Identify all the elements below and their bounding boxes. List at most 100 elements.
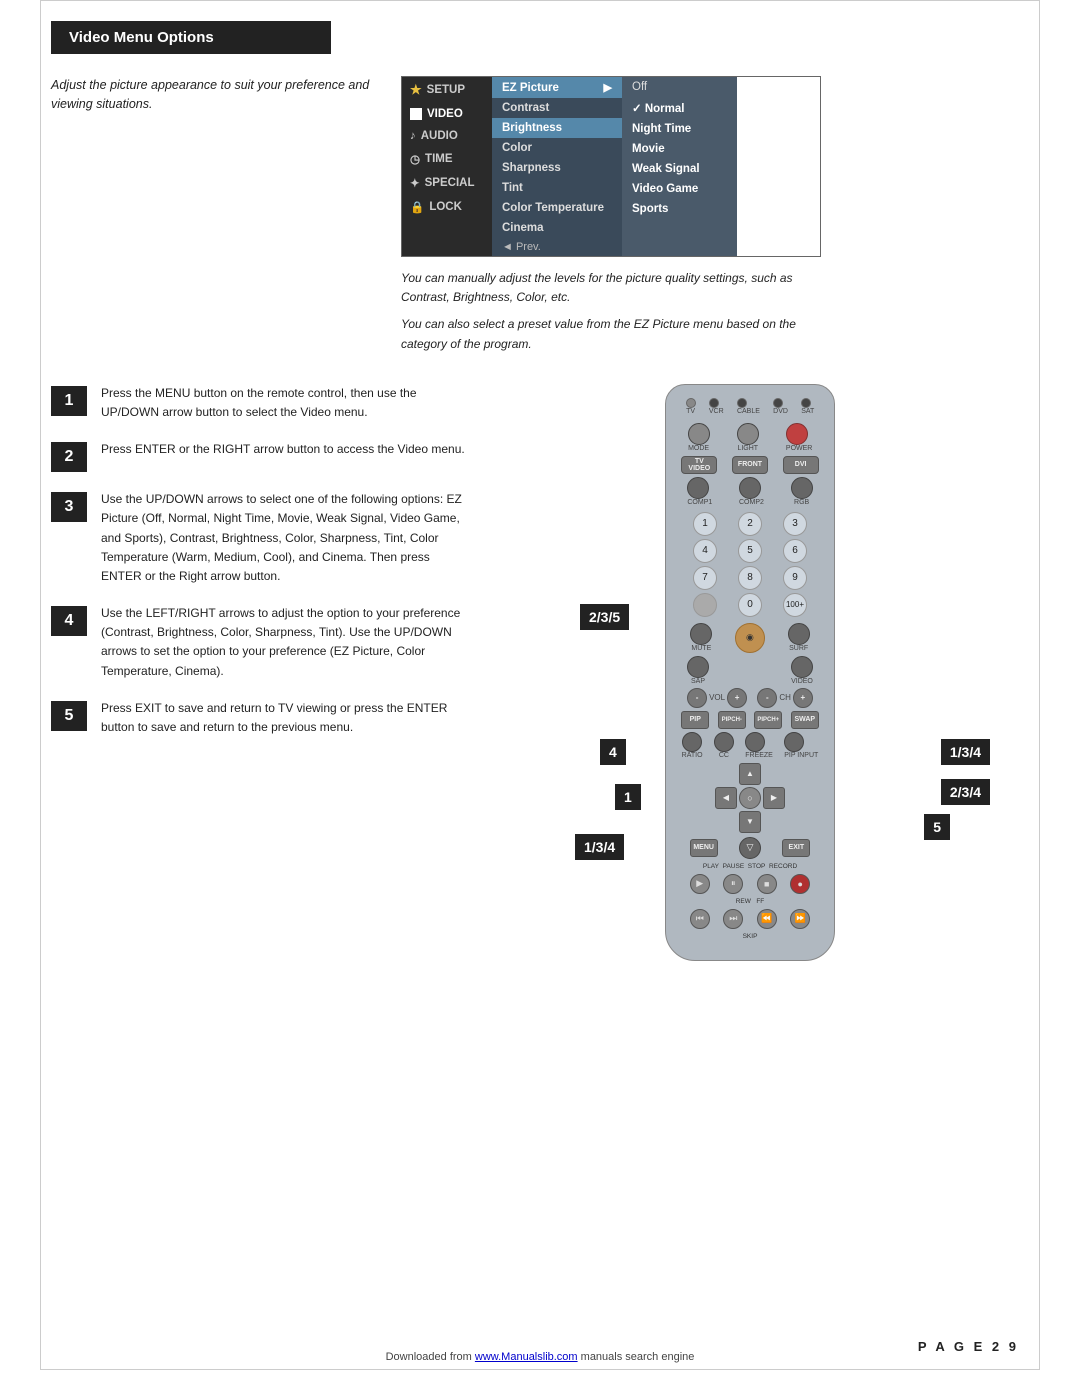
swap-btn[interactable]: SWAP: [791, 711, 819, 729]
intro-text: Adjust the picture appearance to suit yo…: [51, 76, 371, 114]
prev-button[interactable]: ◄ Prev.: [492, 238, 622, 256]
prev-label: ◄ Prev.: [502, 241, 541, 253]
audio-label: AUDIO: [421, 130, 458, 142]
play-btn[interactable]: ▶: [690, 874, 710, 894]
pause-btn[interactable]: ⏸: [723, 874, 743, 894]
step-5-row: 5 Press EXIT to save and return to TV vi…: [51, 699, 471, 737]
step-1-row: 1 Press the MENU button on the remote co…: [51, 384, 471, 422]
color-temp-item: Color Temperature: [492, 198, 622, 218]
num-8[interactable]: 8: [738, 566, 762, 590]
footer-suffix: manuals search engine: [578, 1351, 695, 1363]
dpad-right-btn[interactable]: ▶: [763, 787, 785, 809]
ez-picture-header: EZ Picture ▶: [492, 77, 622, 98]
pip-input-btn[interactable]: [784, 732, 804, 752]
rew2-btn[interactable]: ⏪: [757, 909, 777, 929]
video-btn[interactable]: [791, 656, 813, 678]
footer-link[interactable]: www.Manualslib.com: [475, 1351, 578, 1363]
num-3[interactable]: 3: [783, 512, 807, 536]
pipch-minus-btn[interactable]: PIPCH-: [718, 711, 746, 729]
footer-text: Downloaded from: [386, 1351, 475, 1363]
ff2-btn[interactable]: ⏩: [790, 909, 810, 929]
num-dash[interactable]: [693, 593, 717, 617]
menu-setup: ★ SETUP: [402, 77, 492, 103]
contrast-item: Contrast: [492, 98, 622, 118]
lock-label: LOCK: [429, 201, 462, 213]
remote-control: TV VCR CABLE DVD: [665, 384, 835, 961]
num-2[interactable]: 2: [738, 512, 762, 536]
ez-video-game: Video Game: [622, 179, 737, 199]
transport-label: PLAY PAUSE STOP RECORD: [678, 863, 822, 870]
ez-picture-arrow: ▶: [604, 81, 612, 94]
brightness-item: Brightness: [492, 118, 622, 138]
dpad-left-btn[interactable]: ◀: [715, 787, 737, 809]
surf-center: ◉: [735, 623, 765, 653]
cc-btn[interactable]: [714, 732, 734, 752]
sat-label: SAT: [801, 408, 814, 415]
step-4-row: 4 Use the LEFT/RIGHT arrows to adjust th…: [51, 604, 471, 681]
power-btn[interactable]: [786, 423, 808, 445]
comp1-btn[interactable]: [687, 477, 709, 499]
pip-btn[interactable]: PIP: [681, 711, 709, 729]
badge-2-3-5: 2/3/5: [580, 604, 629, 630]
num-9[interactable]: 9: [783, 566, 807, 590]
badge-1-3-4-top: 1/3/4: [941, 739, 990, 765]
badge-5: 5: [924, 814, 950, 840]
pipch-plus-btn[interactable]: PIPCH+: [754, 711, 782, 729]
ch-down-btn[interactable]: -: [757, 688, 777, 708]
ez-picture-label: EZ Picture: [502, 82, 559, 94]
dpad-up-btn[interactable]: ▲: [739, 763, 761, 785]
tv-video-btn[interactable]: TVVIDEO: [681, 456, 717, 474]
vol-down-btn[interactable]: -: [687, 688, 707, 708]
menu-special: ✦ SPECIAL: [402, 171, 492, 195]
dpad-center-btn[interactable]: ○: [739, 787, 761, 809]
light-btn[interactable]: [737, 423, 759, 445]
num-100[interactable]: 100+: [783, 593, 807, 617]
menu-btn[interactable]: MENU: [690, 839, 718, 857]
step-3-number: 3: [51, 492, 87, 522]
rew-ff-label: REW FF: [678, 898, 822, 905]
menu-video-options: EZ Picture ▶ Contrast Brightness Color S…: [492, 77, 622, 256]
ok-btn[interactable]: ▽: [739, 837, 761, 859]
ez-weak-signal: Weak Signal: [622, 159, 737, 179]
freeze-btn[interactable]: [745, 732, 765, 752]
ff-btn[interactable]: ⏭: [723, 909, 743, 929]
mute-btn[interactable]: [690, 623, 712, 645]
stop-btn[interactable]: ■: [757, 874, 777, 894]
num-0[interactable]: 0: [738, 593, 762, 617]
caption-2: You can also select a preset value from …: [401, 315, 821, 353]
comp2-btn[interactable]: [739, 477, 761, 499]
num-7[interactable]: 7: [693, 566, 717, 590]
menu-time: ◷ TIME: [402, 147, 492, 171]
surf-btn[interactable]: [788, 623, 810, 645]
audio-icon: ♪: [410, 130, 416, 142]
tv-menu-mockup: ★ SETUP VIDEO ♪ AUDIO ◷ TIME: [401, 76, 821, 354]
num-4[interactable]: 4: [693, 539, 717, 563]
num-5[interactable]: 5: [738, 539, 762, 563]
mode-btn[interactable]: [688, 423, 710, 445]
dvi-btn[interactable]: DVI: [783, 456, 819, 474]
step-2-number: 2: [51, 442, 87, 472]
top-section: Adjust the picture appearance to suit yo…: [51, 76, 1029, 354]
ez-off: Off: [622, 77, 737, 97]
setup-label: SETUP: [427, 84, 465, 96]
ratio-btn[interactable]: [682, 732, 702, 752]
transport-row: ▶ ⏸ ■ ●: [678, 872, 822, 896]
record-btn[interactable]: ●: [790, 874, 810, 894]
steps-section: 1 Press the MENU button on the remote co…: [51, 384, 1029, 961]
vcr-indicator: [709, 398, 719, 408]
sap-video-row: SAP VIDEO: [674, 656, 826, 685]
num-1[interactable]: 1: [693, 512, 717, 536]
num-6[interactable]: 6: [783, 539, 807, 563]
vol-up-btn[interactable]: +: [727, 688, 747, 708]
ch-up-btn[interactable]: +: [793, 688, 813, 708]
step-4-text: Use the LEFT/RIGHT arrows to adjust the …: [101, 604, 471, 681]
sap-btn[interactable]: [687, 656, 709, 678]
rew-btn[interactable]: ⏮: [690, 909, 710, 929]
caption-1: You can manually adjust the levels for t…: [401, 269, 821, 307]
front-btn[interactable]: FRONT: [732, 456, 768, 474]
menu-audio: ♪ AUDIO: [402, 125, 492, 147]
exit-btn[interactable]: EXIT: [782, 839, 810, 857]
rgb-btn[interactable]: [791, 477, 813, 499]
dpad-down-btn[interactable]: ▼: [739, 811, 761, 833]
ez-picture-options: Off Normal Night Time Movie Weak Signal …: [622, 77, 737, 256]
